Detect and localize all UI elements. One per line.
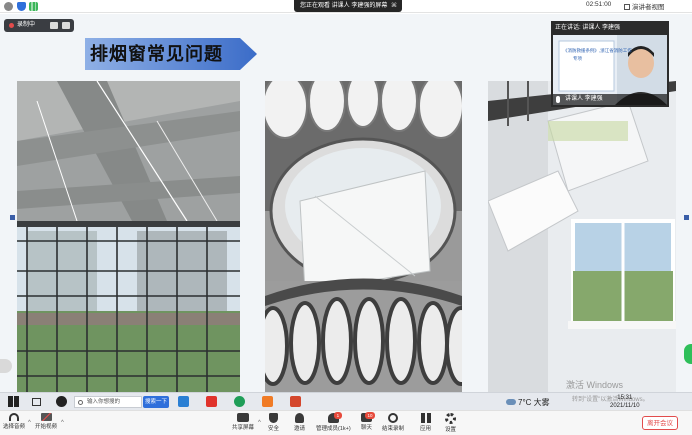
top-status-bar: 您正在观看 讲课人 李建强的屏幕 ⌘ 02:51:00 演讲者视图 [0, 0, 692, 13]
participants-label: 管理成员(1k+) [316, 426, 351, 432]
apps-button[interactable]: 应用 [420, 413, 431, 432]
recording-label: 录制中 [17, 22, 36, 28]
shield-icon[interactable] [17, 2, 26, 11]
gear-icon [445, 413, 456, 424]
taskbar-search-button[interactable]: 搜索一下 [143, 396, 169, 408]
recording-indicator: 录制中 [4, 19, 74, 32]
audio-label: 选择音频 [3, 424, 26, 430]
info-icon[interactable] [4, 2, 13, 11]
share-screen-button[interactable]: 共享屏幕 [232, 413, 254, 431]
video-button[interactable]: 开始视频 [35, 413, 57, 430]
clock-date: 2021/11/10 [610, 403, 640, 409]
speaker-video: 《消防救援条例》,浙江省消防工作 专项 讲课人 李建强 [553, 35, 667, 105]
speaker-view-button[interactable]: 演讲者视图 [624, 1, 665, 11]
sharing-notice-text: 您正在观看 讲课人 李建强的屏幕 [300, 3, 388, 9]
audio-options-caret[interactable]: ^ [28, 420, 31, 426]
app-pinwheel-icon[interactable] [56, 396, 67, 407]
taskbar-search-placeholder: 输入你想搜的 [87, 399, 121, 405]
slide-title: 排烟窗常见问题 [90, 44, 223, 64]
meeting-toolbar: 选择音频 ^ 开始视频 ^ 共享屏幕 ^ 安全 邀请 1 管理成员(1k+) 1… [0, 410, 692, 435]
speaker-view-label: 演讲者视图 [632, 4, 665, 11]
weather-text: 7°C 大雾 [518, 398, 550, 407]
task-view-icon[interactable] [32, 398, 41, 406]
windows-start-icon[interactable] [8, 396, 19, 407]
signal-icon[interactable] [29, 2, 38, 11]
mic-icon [556, 96, 560, 103]
invite-label: 邀请 [294, 426, 306, 432]
shared-taskbar: 输入你想搜的 搜索一下 转到"设置"以激活Windows。 7°C 大雾 15:… [0, 392, 692, 410]
invite-button[interactable]: 邀请 [294, 413, 305, 432]
meeting-window: 您正在观看 讲课人 李建强的屏幕 ⌘ 02:51:00 演讲者视图 录制中 排烟… [0, 0, 692, 435]
record-dot-icon [9, 23, 14, 28]
add-user-icon [295, 413, 304, 423]
security-label: 安全 [268, 426, 280, 432]
active-speaker-header: 正在讲话: 讲课人 李建强 [555, 25, 621, 31]
apps-label: 应用 [420, 426, 432, 432]
sharing-notice[interactable]: 您正在观看 讲课人 李建强的屏幕 ⌘ [294, 0, 402, 12]
grid-icon [624, 4, 630, 10]
photo-skylight [265, 81, 462, 392]
shared-screen: 录制中 排烟窗常见问题 正在讲话: 讲课人 李建强 《消防救援条例》,浙江省消防… [0, 14, 692, 392]
leave-meeting-button[interactable]: 离开会议 [642, 416, 678, 430]
video-options-caret[interactable]: ^ [61, 420, 64, 426]
record-button[interactable]: 结束录制 [382, 413, 404, 432]
participants-icon: 1 [327, 412, 342, 423]
headphones-icon [9, 413, 19, 421]
slide-marker-left [10, 215, 15, 220]
participant-label: 讲课人 李建强 [553, 94, 667, 105]
stop-recording-button[interactable] [62, 22, 70, 29]
photo-atrium [17, 81, 240, 392]
search-icon [78, 400, 83, 405]
chat-badge: 10 [365, 412, 375, 419]
taskbar-search-input[interactable]: 输入你想搜的 [74, 396, 142, 408]
share-label: 共享屏幕 [232, 425, 255, 431]
cloud-icon [506, 399, 516, 405]
video-off-icon [40, 413, 52, 421]
settings-label: 设置 [445, 427, 457, 433]
pause-recording-button[interactable] [50, 22, 58, 29]
wps-app-icon[interactable] [206, 396, 217, 407]
settings-button[interactable]: 设置 [445, 413, 456, 433]
security-button[interactable]: 安全 [268, 413, 279, 432]
audio-button[interactable]: 选择音频 [3, 413, 25, 430]
slide-menu-handle[interactable] [0, 359, 12, 373]
participants-button[interactable]: 1 管理成员(1k+) [316, 412, 351, 432]
activate-windows-watermark: 激活 Windows [566, 380, 624, 390]
photo-staircase [488, 81, 676, 392]
chat-label: 聊天 [361, 425, 373, 431]
speaker-video-tile[interactable]: 正在讲话: 讲课人 李建强 《消防救援条例》,浙江省消防工作 专项 讲课人 李建… [551, 21, 669, 107]
shield-icon [269, 413, 278, 423]
meeting-timer: 02:51:00 [586, 1, 612, 8]
share-options-caret[interactable]: ^ [258, 420, 261, 426]
floating-assistant-button[interactable] [684, 344, 692, 364]
stop-record-icon [388, 413, 398, 423]
shared-doc-line-2: 专项 [573, 56, 582, 61]
participants-badge: 1 [333, 412, 342, 419]
participant-name: 讲课人 李建强 [565, 96, 603, 102]
taskbar-weather[interactable]: 7°C 大雾 [506, 397, 550, 408]
taskbar-clock[interactable]: 15:31 2021/11/10 [610, 394, 640, 410]
video-label: 开始视频 [35, 424, 58, 430]
chat-icon: 10 [361, 412, 375, 422]
collapse-icon[interactable]: ⌘ [391, 0, 397, 12]
chat-button[interactable]: 10 聊天 [361, 412, 375, 431]
apps-grid-icon [420, 413, 431, 423]
slide-marker-right [684, 215, 689, 220]
share-screen-icon [237, 413, 249, 422]
shared-doc-line-1: 《消防救援条例》,浙江省消防工作 [563, 48, 632, 53]
media-app-icon[interactable] [262, 396, 273, 407]
record-label: 结束录制 [382, 426, 405, 432]
slides-app-icon[interactable] [290, 396, 301, 407]
browser-app-icon[interactable] [234, 396, 245, 407]
clock-time: 15:31 [617, 395, 633, 401]
photos-app-icon[interactable] [178, 396, 189, 407]
